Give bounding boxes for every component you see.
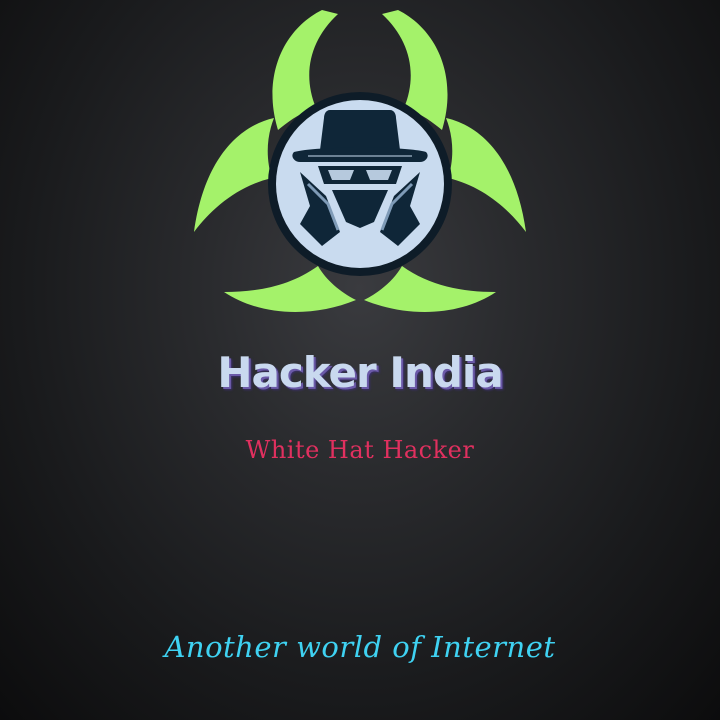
brand-subtitle: White Hat Hacker bbox=[245, 436, 475, 464]
brand-title: Hacker India bbox=[217, 348, 503, 397]
biohazard-logo bbox=[194, 10, 526, 312]
brand-tagline: Another world of Internet bbox=[164, 630, 556, 664]
poster-canvas: Hacker India White Hat Hacker Another wo… bbox=[0, 0, 720, 720]
